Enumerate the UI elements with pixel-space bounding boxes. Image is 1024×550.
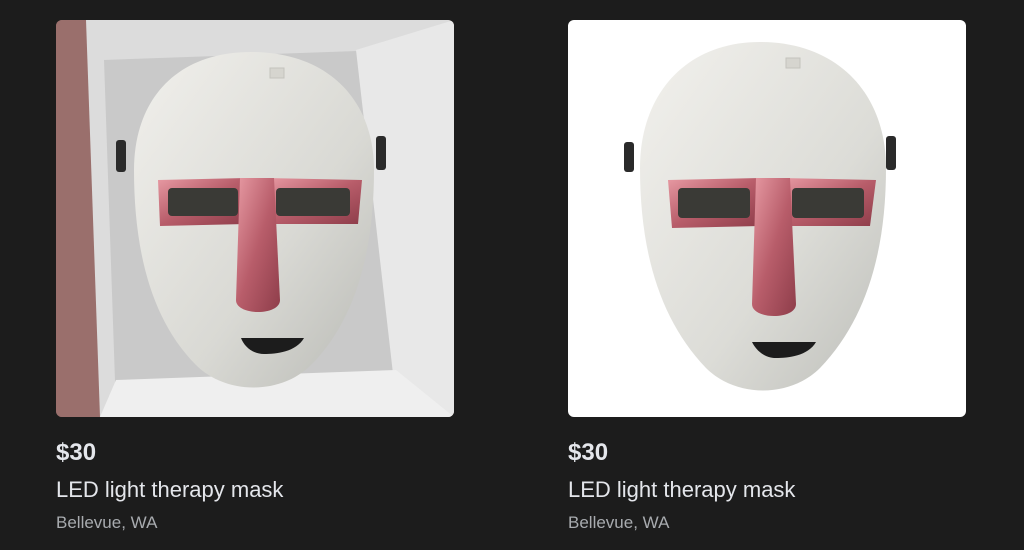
- listings-grid: $30 LED light therapy mask Bellevue, WA: [56, 20, 968, 550]
- led-mask-white-background-image: [568, 20, 966, 417]
- listing-photo[interactable]: [56, 20, 454, 417]
- listing-title[interactable]: LED light therapy mask: [568, 477, 966, 503]
- listing-card[interactable]: $30 LED light therapy mask Bellevue, WA: [568, 20, 966, 533]
- listing-title[interactable]: LED light therapy mask: [56, 477, 454, 503]
- listing-card[interactable]: $30 LED light therapy mask Bellevue, WA: [56, 20, 454, 533]
- listing-photo[interactable]: [568, 20, 966, 417]
- listing-price: $30: [56, 439, 97, 466]
- led-mask-in-box-image: [56, 20, 454, 417]
- listing-location: Bellevue, WA: [56, 513, 158, 532]
- listing-price: $30: [568, 439, 609, 466]
- listing-location: Bellevue, WA: [568, 513, 670, 532]
